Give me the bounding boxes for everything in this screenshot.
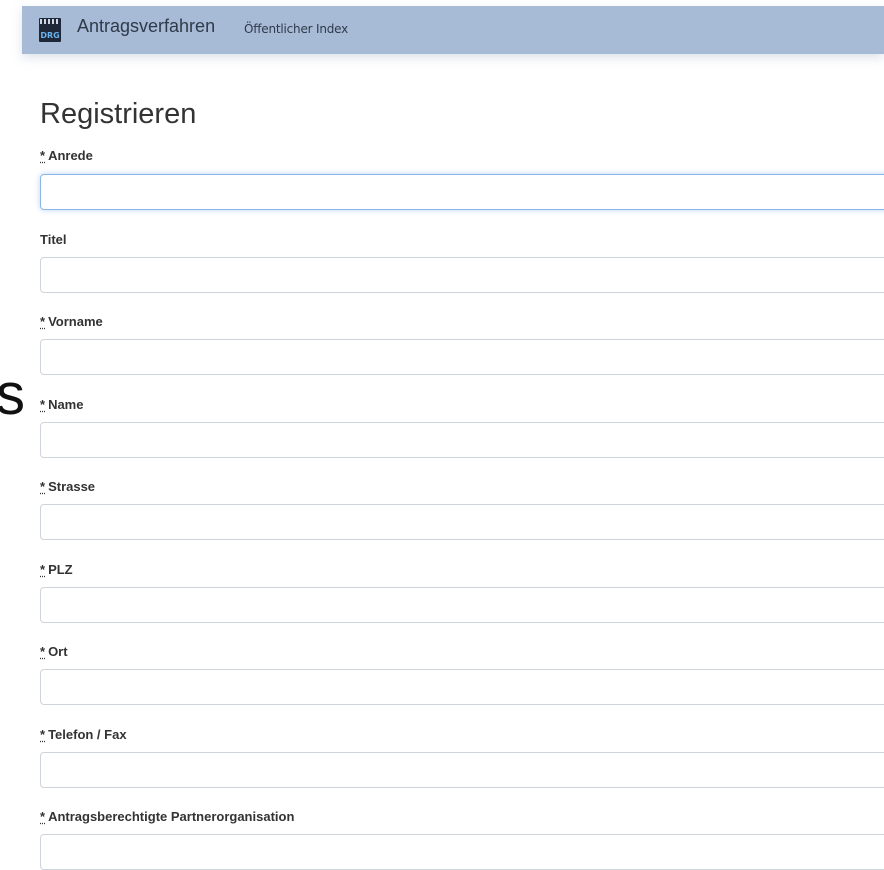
required-marker: *	[40, 727, 46, 742]
field-label-anrede: * Anrede	[40, 148, 93, 163]
field-label-strasse: * Strasse	[40, 479, 95, 494]
field-label-text: Titel	[40, 232, 67, 247]
ort-input[interactable]	[40, 669, 884, 705]
field-label-text: Strasse	[48, 479, 96, 494]
required-marker: *	[40, 148, 46, 163]
titel-input[interactable]	[40, 257, 884, 293]
field-label-text: PLZ	[48, 562, 73, 577]
name-input[interactable]	[40, 422, 884, 458]
plz-input[interactable]	[40, 587, 884, 623]
field-label-name: * Name	[40, 397, 83, 412]
required-marker: *	[40, 809, 46, 824]
field-label-text: Vorname	[48, 314, 103, 329]
page-title: Registrieren	[40, 98, 197, 130]
field-label-text: Ort	[48, 644, 68, 659]
field-label-ort: * Ort	[40, 644, 68, 659]
field-label-telefon-fax: * Telefon / Fax	[40, 727, 127, 742]
field-label-partnerorganisation: * Antragsberechtigte Partnerorganisation	[40, 809, 294, 824]
strasse-input[interactable]	[40, 504, 884, 540]
field-label-text: Name	[48, 397, 84, 412]
drg-logo-icon[interactable]: DRG	[39, 18, 61, 42]
required-marker: *	[40, 562, 46, 577]
required-marker: *	[40, 314, 46, 329]
vorname-input[interactable]	[40, 339, 884, 375]
field-label-plz: * PLZ	[40, 562, 73, 577]
telefon-fax-input[interactable]	[40, 752, 884, 788]
field-label-text: Antragsberechtigte Partnerorganisation	[48, 809, 295, 824]
field-label-text: Anrede	[48, 148, 93, 163]
required-marker: *	[40, 397, 46, 412]
overlay-character: s	[0, 362, 25, 427]
top-navbar: DRG Antragsverfahren Öffentlicher Index	[22, 6, 884, 54]
anrede-input[interactable]	[40, 174, 884, 210]
logo-text: DRG	[40, 31, 60, 40]
field-label-text: Telefon / Fax	[48, 727, 127, 742]
logo-notches	[40, 19, 60, 24]
required-marker: *	[40, 479, 46, 494]
brand-link[interactable]: Antragsverfahren	[77, 16, 215, 37]
nav-link-public-index[interactable]: Öffentlicher Index	[244, 22, 348, 36]
required-marker: *	[40, 644, 46, 659]
field-label-vorname: * Vorname	[40, 314, 103, 329]
field-label-titel: Titel	[40, 232, 67, 247]
